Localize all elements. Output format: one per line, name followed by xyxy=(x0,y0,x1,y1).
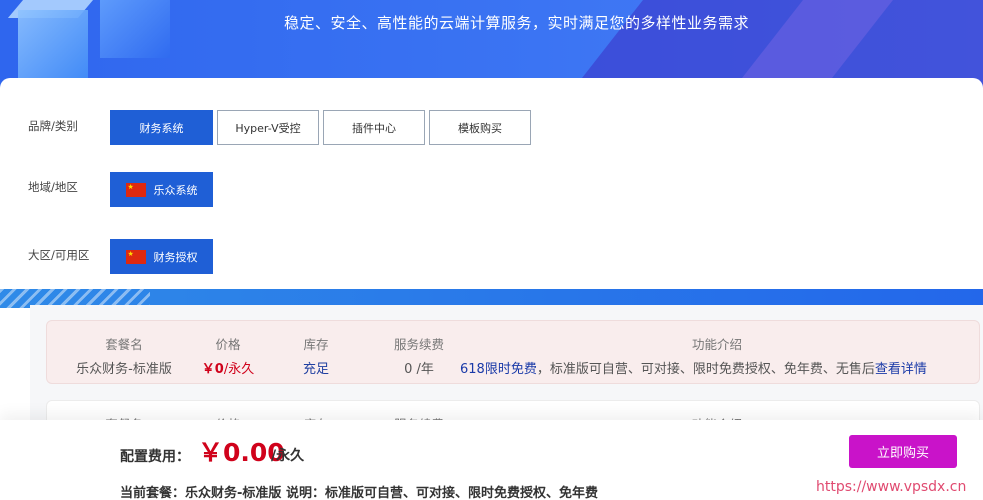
details-link[interactable]: 查看详情 xyxy=(875,362,927,377)
site-watermark: https://www.vpsdx.cn xyxy=(816,479,967,495)
header-stock: 库存 xyxy=(303,337,329,352)
banner-tagline: 稳定、安全、高性能的云端计算服务，实时满足您的多样性业务需求 xyxy=(283,14,749,32)
plan-prefix: 当前套餐： xyxy=(120,486,186,500)
region-filter-label: 地域/地区 xyxy=(28,180,78,194)
region-option-lezhong[interactable]: 乐众系统 xyxy=(110,172,213,207)
buy-now-button[interactable]: 立即购买 xyxy=(849,435,957,468)
plan-name-summary: 乐众财务-标准版 xyxy=(185,486,282,500)
zone-filter-label: 大区/可用区 xyxy=(28,248,90,262)
plan-price-value: ￥0 xyxy=(201,362,224,377)
plan-description: 说明：标准版可自营、可对接、限时免费授权、免年费 xyxy=(285,486,598,500)
header-price: 价格 xyxy=(215,337,241,352)
cost-unit: /永久 xyxy=(271,448,305,464)
region-option-label: 乐众系统 xyxy=(153,183,198,197)
header-plan-name: 套餐名 xyxy=(105,337,143,352)
filter-option-finance[interactable]: 财务系统 xyxy=(110,110,213,145)
filter-option-templates[interactable]: 模板购买 xyxy=(429,110,531,145)
zone-option-finance-license[interactable]: 财务授权 xyxy=(110,239,213,274)
header-renewal: 服务续费 xyxy=(393,337,444,352)
plan-price: ￥0/永久 xyxy=(188,358,268,377)
plan-stock: 充足 xyxy=(302,362,329,377)
plan-renewal: 0 /年 xyxy=(404,362,434,377)
cn-flag-icon xyxy=(125,249,146,264)
promo-tag: 618限时免费 xyxy=(460,362,537,377)
plan-name: 乐众财务-标准版 xyxy=(76,362,172,377)
purchase-bar: 配置费用： ￥0.00 /永久 立即购买 当前套餐：乐众财务-标准版 说明：标准… xyxy=(0,420,983,500)
plan-price-unit: /永久 xyxy=(223,362,255,377)
zone-option-label: 财务授权 xyxy=(153,250,198,264)
plan-features: 618限时免费，标准版可自营、可对接、限时免费授权、免年费、无售后查看详情 xyxy=(460,358,976,377)
features-text: ，标准版可自营、可对接、限时免费授权、免年费、无售后 xyxy=(536,362,875,377)
table-row[interactable]: 套餐名 价格 库存 服务续费 功能介绍 乐众财务-标准版 ￥0/永久 充足 0 … xyxy=(46,320,980,384)
brand-filter-label: 品牌/类别 xyxy=(28,119,78,133)
filter-option-hyperv[interactable]: Hyper-V受控 xyxy=(217,110,319,145)
filter-option-plugins[interactable]: 插件中心 xyxy=(323,110,425,145)
cn-flag-icon xyxy=(125,182,146,197)
header-features: 功能介绍 xyxy=(691,337,742,352)
current-plan-summary: 当前套餐：乐众财务-标准版 说明：标准版可自营、可对接、限时免费授权、免年费 xyxy=(120,482,598,500)
cost-label: 配置费用： xyxy=(120,449,190,465)
